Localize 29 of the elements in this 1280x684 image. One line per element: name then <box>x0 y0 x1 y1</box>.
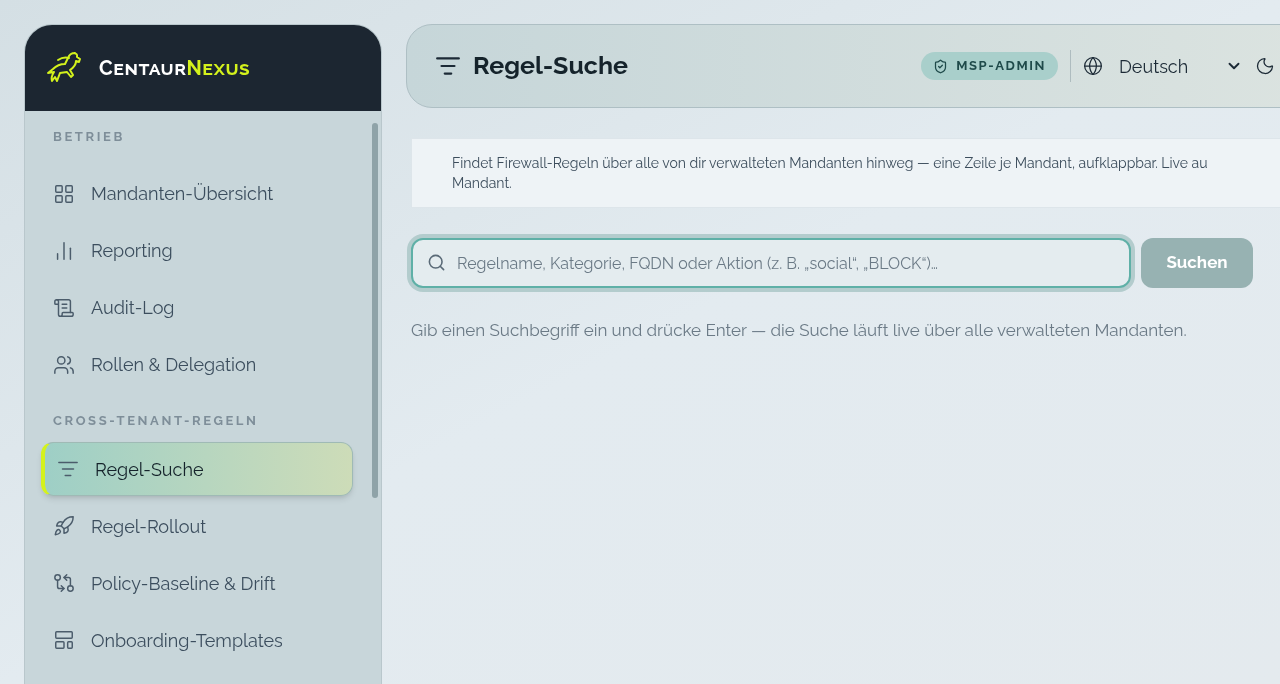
role-badge: MSP-ADMIN <box>921 52 1058 80</box>
nav-item[interactable]: Policy-Baseline & Drift <box>41 556 353 610</box>
theme-toggle-icon[interactable] <box>1255 56 1275 76</box>
layout-icon <box>53 629 75 651</box>
section-heading: CROSS-TENANT-REGELN <box>52 411 260 430</box>
rocket-icon <box>53 515 75 537</box>
globe-icon <box>1083 56 1103 76</box>
section-heading: BETRIEB <box>52 128 126 146</box>
nav-item[interactable]: Rollen & Delegation <box>41 337 353 392</box>
search-icon <box>427 253 446 272</box>
users-icon <box>53 353 75 376</box>
notice-text: Findet Firewall-Regeln über alle von dir verwalteten Mandanten hinweg — eine Zeile je Mandant, aufklappbar. Live au <box>452 154 1209 173</box>
nav-item[interactable]: Onboarding-Templates <box>41 613 353 667</box>
search-hint: Gib einen Suchbegriff ein und drücke Enter — die Suche läuft live über alle verwalteten Mandanten. <box>411 319 1188 342</box>
shield-icon <box>933 58 949 74</box>
grid-icon <box>53 182 75 205</box>
nav-item[interactable]: Regel-Suche <box>41 442 353 496</box>
language-select[interactable]: Deutsch <box>1083 52 1243 80</box>
nav-item[interactable]: Audit-Log <box>41 280 353 335</box>
brand-name: Centaur <box>99 55 187 82</box>
notice-text: Mandant. <box>452 174 513 193</box>
nav-item[interactable]: Reporting <box>41 223 353 278</box>
search-field[interactable]: Regelname, Kategorie, FQDN oder Aktion (z. B. „social“, „BLOCK“)… <box>411 238 1131 288</box>
nav-item[interactable]: Mandanten-Übersicht <box>41 166 353 221</box>
page-title: Regel-Suche <box>473 49 628 83</box>
nav-item[interactable]: Regel-Rollout <box>41 499 353 553</box>
scroll-icon <box>53 296 75 319</box>
compare-arrows-icon <box>53 572 75 594</box>
brand-name-accent: Nexus <box>186 55 251 82</box>
